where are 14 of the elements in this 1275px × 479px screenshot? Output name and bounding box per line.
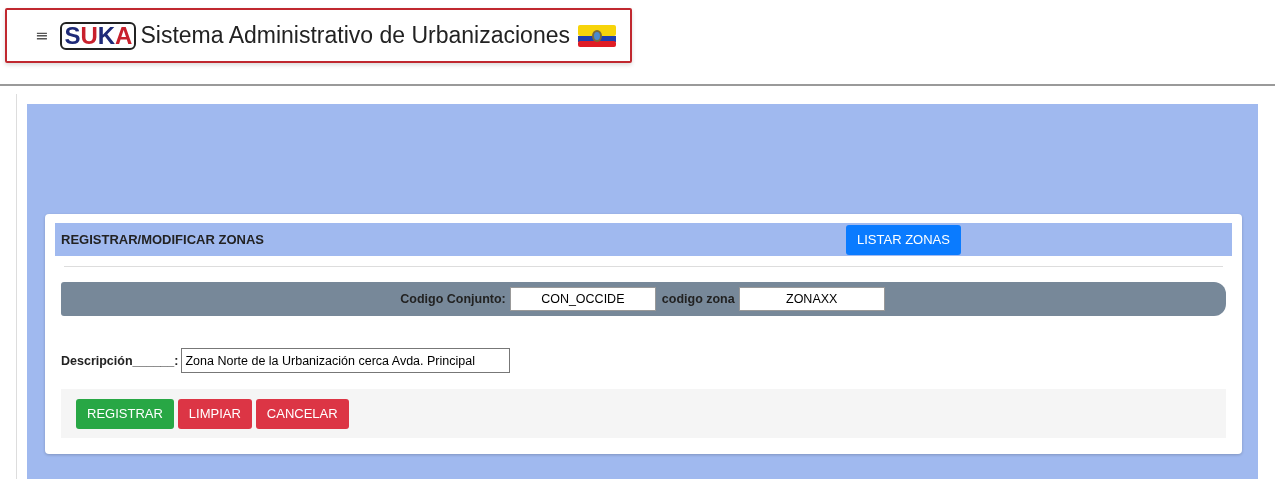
clear-button[interactable]: LIMPIAR xyxy=(177,398,252,429)
app-title: Sistema Administrativo de Urbanizaciones xyxy=(140,22,570,49)
code-field[interactable]: CON_OCCIDE xyxy=(509,287,656,311)
logo: SUKA xyxy=(60,21,137,50)
list-zones-button[interactable]: LISTAR ZONAS xyxy=(846,224,961,255)
form-title: REGISTRAR/MODIFICAR ZONAS xyxy=(61,232,265,247)
code-field[interactable]: ZONAXX xyxy=(738,287,885,311)
description-field[interactable]: Zona Norte de la Urbanización cerca Avda. Principal xyxy=(181,348,511,373)
menu-icon[interactable]: ≡ xyxy=(35,26,49,45)
field-label: Codigo Conjunto: xyxy=(400,292,506,306)
flag-icon xyxy=(578,24,616,47)
cancel-button[interactable]: CANCELAR xyxy=(255,398,349,429)
field-label: codigo zona xyxy=(661,292,735,306)
field-label: Descripción______: xyxy=(61,353,179,368)
